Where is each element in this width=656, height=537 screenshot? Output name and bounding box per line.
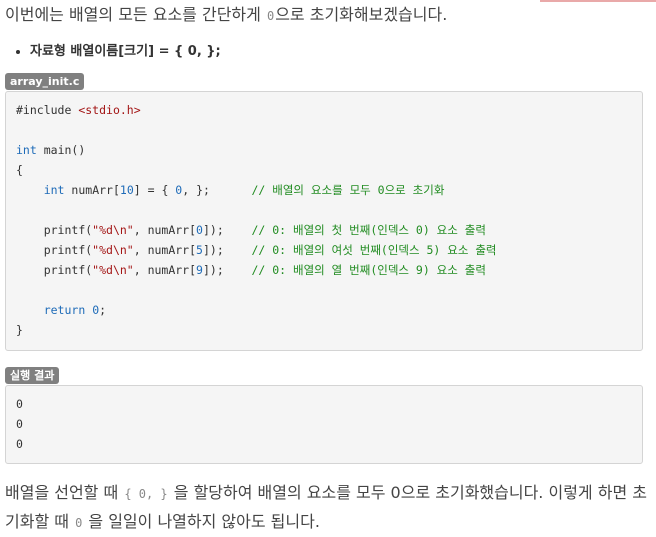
outro-paragraph: 배열을 선언할 때 { 0, } 을 할당하여 배열의 요소를 모두 0으로 초… xyxy=(5,479,650,537)
output-block[interactable]: 0 0 0 xyxy=(5,385,643,464)
code-line-printf-3: printf("%d\n", numArr[9]); // 0: 배열의 열 번… xyxy=(43,263,486,277)
code-line-main: int main() xyxy=(16,143,86,157)
intro-text-before: 이번에는 배열의 모든 요소를 간단하게 xyxy=(5,5,261,24)
code-line-include: #include <stdio.h> xyxy=(16,103,141,117)
output-line: 0 xyxy=(16,397,23,411)
source-code-block[interactable]: #include <stdio.h> int main() { int numA… xyxy=(5,91,643,351)
intro-text-after: 으로 초기화해보겠습니다. xyxy=(275,5,448,24)
code-comment: // 0: 배열의 여섯 번째(인덱스 5) 요소 출력 xyxy=(251,243,497,257)
code-line-open-brace: { xyxy=(16,163,23,177)
output-line: 0 xyxy=(16,437,23,451)
code-comment: // 배열의 요소를 모두 0으로 초기화 xyxy=(251,183,445,197)
intro-paragraph: 이번에는 배열의 모든 요소를 간단하게 0으로 초기화해보겠습니다. xyxy=(5,4,447,27)
top-edge-divider xyxy=(540,0,656,2)
outro-inline-code: { 0, } xyxy=(124,487,168,501)
syntax-list: 자료형 배열이름[크기] = { 0, }; xyxy=(14,40,221,59)
outro-text-before: 배열을 선언할 때 xyxy=(5,483,119,502)
outro-text-after: 을 일일이 나열하지 않아도 됩니다. xyxy=(88,512,320,531)
intro-inline-code: 0 xyxy=(266,9,275,23)
syntax-list-item: 자료형 배열이름[크기] = { 0, }; xyxy=(30,40,221,59)
file-name-tag: array_init.c xyxy=(5,73,85,90)
code-line-return: return 0; xyxy=(43,303,107,317)
result-tag: 실행 결과 xyxy=(5,367,60,384)
code-line-close-brace: } xyxy=(16,323,23,337)
code-comment: // 0: 배열의 열 번째(인덱스 9) 요소 출력 xyxy=(251,263,486,277)
outro-inline-code: 0 xyxy=(75,516,83,530)
output-line: 0 xyxy=(16,417,23,431)
code-line-declaration: int numArr[10] = { 0, }; // 배열의 요소를 모두 0… xyxy=(43,183,445,197)
code-line-printf-2: printf("%d\n", numArr[5]); // 0: 배열의 여섯 … xyxy=(43,243,497,257)
code-line-printf-1: printf("%d\n", numArr[0]); // 0: 배열의 첫 번… xyxy=(43,223,486,237)
code-comment: // 0: 배열의 첫 번째(인덱스 0) 요소 출력 xyxy=(251,223,486,237)
